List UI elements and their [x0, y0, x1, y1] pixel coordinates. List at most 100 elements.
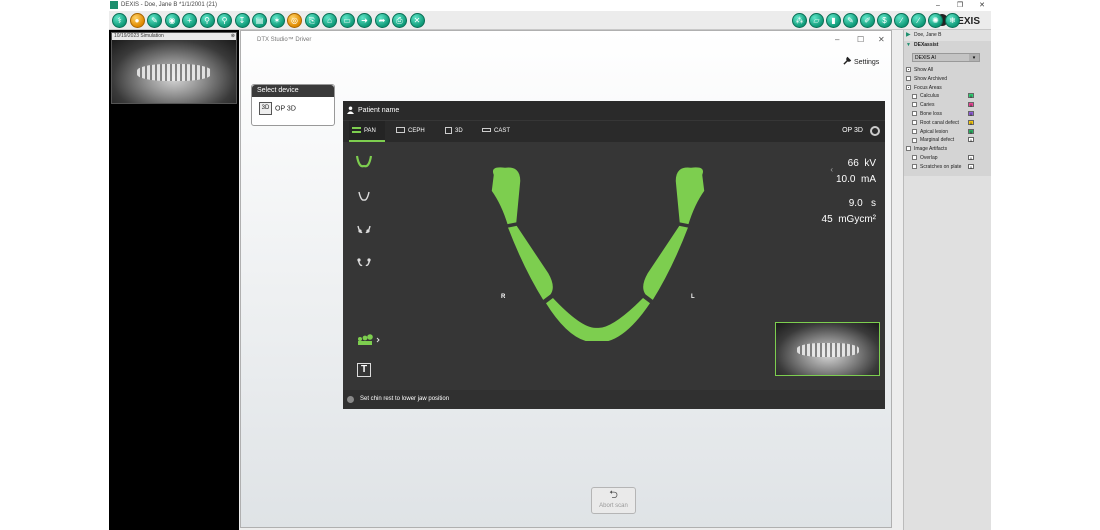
checkbox[interactable] — [912, 111, 917, 117]
ai-model-select[interactable]: DEXIS AI ▾ — [912, 53, 980, 62]
readout-collapse-chevron[interactable]: ‹ — [830, 165, 833, 174]
jaw-chin — [544, 295, 653, 341]
checkbox[interactable] — [912, 128, 917, 134]
ceph-icon — [396, 127, 405, 134]
patient-size-icon[interactable] — [355, 333, 383, 347]
tab-ceph[interactable]: CEPH — [396, 121, 425, 142]
dexassist-row[interactable]: Overlap 0 — [904, 154, 991, 162]
settings-icon[interactable]: ✺ — [928, 13, 943, 28]
patient-tree-item[interactable]: ▶ Doe, Jane B — [904, 31, 991, 40]
tooth-icon[interactable]: ⚕ — [112, 13, 127, 28]
thumbnail-close-icon[interactable]: ⊗ — [231, 33, 235, 40]
wrench-icon — [843, 56, 852, 65]
abort-scan-button[interactable]: ⮌ Abort scan — [591, 487, 636, 514]
panoramic-xray-image — [112, 40, 236, 103]
cube-icon — [445, 126, 452, 134]
preview-xray-thumbnail[interactable] — [775, 322, 880, 376]
dexassist-row[interactable]: Bone loss 0 — [904, 110, 991, 118]
sparkle-icon[interactable]: ✶ — [269, 13, 285, 28]
jaw-positioning-diagram — [490, 165, 706, 341]
dexassist-row[interactable]: Focus Areas — [904, 84, 991, 92]
bitewing-program-icon[interactable] — [355, 223, 373, 237]
dexassist-row[interactable]: Show All — [904, 66, 991, 74]
text-toggle-icon[interactable]: T — [357, 363, 371, 377]
checkbox[interactable] — [906, 146, 911, 152]
dexassist-row[interactable]: Apical lesion 0 — [904, 128, 991, 136]
dexassist-row[interactable]: Caries 0 — [904, 101, 991, 109]
send-icon[interactable]: ➜ — [357, 13, 372, 28]
full-arch-program-icon[interactable] — [355, 154, 373, 168]
checkbox[interactable] — [912, 102, 917, 108]
export-icon[interactable]: ⎘ — [304, 13, 320, 28]
brush-icon[interactable]: ∕ — [894, 13, 909, 28]
implant-tool-icon[interactable]: ▮ — [826, 13, 841, 28]
snowflake-icon[interactable]: ❄ — [945, 13, 960, 28]
close-icon[interactable]: ✕ — [409, 13, 425, 28]
close-window-button[interactable]: ✕ — [971, 0, 991, 11]
checkbox[interactable] — [912, 155, 917, 161]
maximize-button[interactable]: ❐ — [949, 0, 971, 11]
checkbox[interactable] — [912, 93, 917, 99]
undo-arrow-icon: ⮌ — [609, 489, 618, 501]
right-side-label: R — [501, 294, 506, 300]
instruction-text: Set chin rest to lower jaw position — [360, 396, 450, 402]
app-icon — [110, 1, 118, 9]
dexassist-row[interactable]: Show Archived — [904, 75, 991, 83]
camera-icon[interactable]: ◉ — [164, 13, 180, 28]
add-icon[interactable]: + — [182, 13, 197, 28]
dexassist-section-label[interactable]: ▼ DEXassist — [904, 41, 938, 49]
folder-icon[interactable]: ▭ — [339, 13, 355, 28]
dollar-icon[interactable]: $ — [877, 13, 892, 28]
kv-readout[interactable]: 66 kV — [848, 158, 876, 169]
gear-icon[interactable] — [870, 126, 880, 136]
reduced-arch-program-icon[interactable] — [355, 189, 373, 203]
ma-readout[interactable]: 10.0 mA — [836, 174, 876, 185]
print-icon[interactable]: ⎙ — [392, 13, 407, 28]
network-icon[interactable]: ⁂ — [792, 13, 807, 28]
ai-icon[interactable]: ◎ — [287, 13, 302, 28]
pen-icon[interactable]: ✎ — [843, 13, 858, 28]
xray-thumbnail[interactable]: 10/19/2023 Simulation ⊗ — [111, 32, 237, 104]
dexassist-row-label: Root canal defect — [920, 119, 959, 126]
dialog-minimize-button[interactable]: – — [835, 35, 839, 44]
edit-icon[interactable]: ✎ — [147, 13, 162, 28]
tab-3d[interactable]: 3D — [445, 121, 463, 142]
dexassist-row[interactable]: Calculus 0 — [904, 92, 991, 100]
checkbox[interactable] — [912, 119, 917, 125]
dexassist-row[interactable]: Image Artifacts — [904, 145, 991, 153]
device-option-op3d[interactable]: 3D OP 3D — [259, 102, 296, 115]
tab-pan[interactable]: PAN — [349, 121, 385, 142]
dexassist-row-label: Calculus — [920, 93, 940, 100]
zoom-icon[interactable]: ⚲ — [199, 13, 215, 28]
finding-count-badge: 0 — [968, 137, 974, 144]
settings-label: Settings — [854, 59, 880, 66]
device-model-label: OP 3D — [842, 127, 863, 134]
dexassist-row[interactable]: Root canal defect 0 — [904, 119, 991, 127]
image-thumbnail-panel: 10/19/2023 Simulation ⊗ — [109, 30, 239, 530]
tab-cast[interactable]: CAST — [482, 121, 510, 142]
implant-icon[interactable]: ↧ — [234, 13, 250, 28]
checkbox[interactable] — [912, 163, 917, 169]
mode-tabs: PAN CEPH 3D CAST OP 3D — [343, 121, 885, 142]
settings-button[interactable]: Settings — [843, 56, 879, 66]
share-icon[interactable]: ➦ — [374, 13, 390, 28]
dialog-close-button[interactable]: ✕ — [878, 35, 885, 44]
ruler-icon[interactable]: ▱ — [809, 13, 824, 28]
measure-icon[interactable]: ∕ — [911, 13, 926, 28]
minimize-button[interactable]: – — [927, 0, 949, 11]
zoom-plus-icon[interactable]: ⚲ — [217, 13, 232, 28]
sensor-icon[interactable]: ▤ — [252, 13, 267, 28]
dialog-maximize-button[interactable]: ☐ — [857, 35, 864, 44]
tmj-program-icon[interactable] — [355, 257, 373, 271]
draw-icon[interactable]: ✐ — [860, 13, 875, 28]
thumbnail-caption: 10/19/2023 Simulation — [112, 33, 236, 40]
dexassist-row[interactable]: Scratches on plate 0 — [904, 163, 991, 171]
dexassist-row[interactable]: Marginal defect 0 — [904, 136, 991, 144]
checkbox[interactable] — [912, 137, 917, 143]
home-icon[interactable]: ⌂ — [322, 13, 337, 28]
patient-name-label: Patient name — [358, 107, 400, 114]
checkbox[interactable] — [906, 67, 911, 73]
checkbox[interactable] — [906, 75, 911, 81]
checkbox[interactable] — [906, 84, 911, 90]
patient-icon[interactable]: ● — [129, 13, 145, 28]
